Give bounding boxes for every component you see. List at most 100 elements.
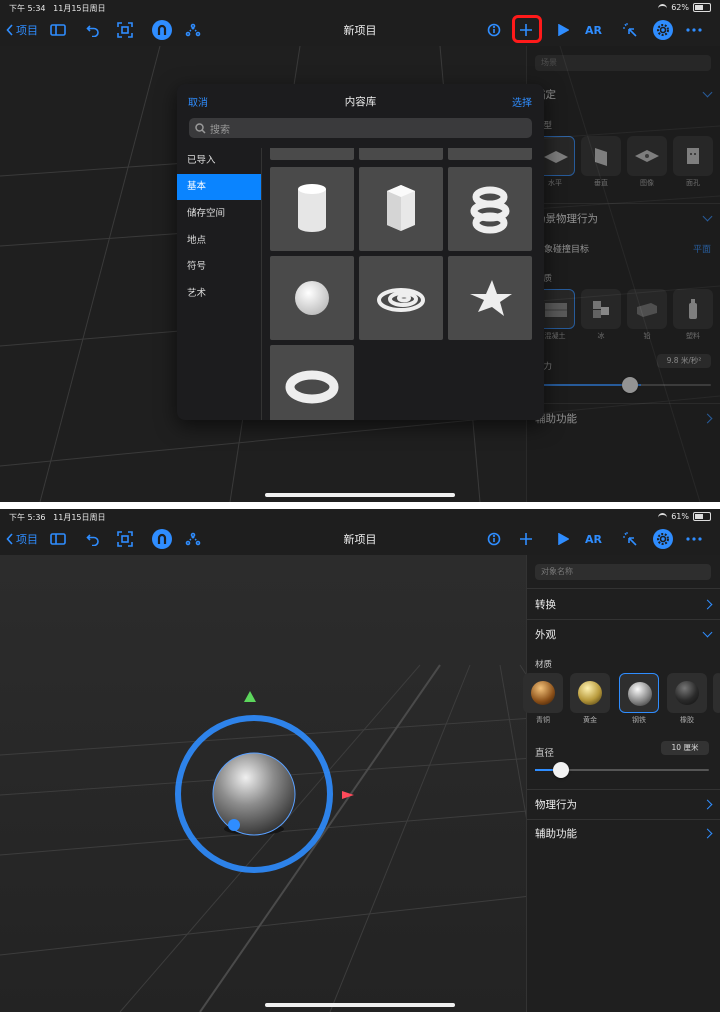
- settings-button[interactable]: [653, 20, 673, 40]
- accessibility-section[interactable]: 辅助功能: [535, 819, 713, 847]
- material-name: 钢铁: [632, 716, 646, 724]
- content-tile-sphere[interactable]: [270, 256, 354, 340]
- diameter-value[interactable]: 10 厘米: [661, 741, 709, 755]
- home-indicator[interactable]: [265, 493, 455, 497]
- sidebar-icon: [50, 533, 66, 545]
- battery-percent: 61%: [671, 512, 689, 521]
- category-basic[interactable]: 基本: [177, 174, 261, 200]
- appearance-label: 外观: [535, 628, 556, 641]
- move-handle[interactable]: [228, 819, 240, 831]
- material-lead[interactable]: [627, 289, 667, 329]
- ar-button[interactable]: AR: [585, 529, 602, 549]
- anchor-type-face[interactable]: [673, 136, 713, 176]
- scene-physics-section[interactable]: 场景物理行为: [535, 204, 713, 232]
- settings-button[interactable]: [653, 529, 673, 549]
- more-button[interactable]: [686, 20, 702, 40]
- undo-button[interactable]: [86, 20, 100, 40]
- flat-spiral-icon: [377, 288, 425, 312]
- transform-section[interactable]: 转换: [535, 590, 713, 618]
- content-tile-spiral[interactable]: [448, 167, 532, 251]
- popover-title: 内容库: [344, 96, 377, 108]
- info-button[interactable]: [487, 20, 501, 40]
- content-tile-star[interactable]: [448, 256, 532, 340]
- toolbar: 项目 新项目 AR: [0, 523, 720, 555]
- diameter-slider[interactable]: [535, 762, 709, 778]
- play-button[interactable]: [557, 529, 569, 549]
- diameter-slider-knob[interactable]: [553, 762, 569, 778]
- content-tile-flat-spiral[interactable]: [359, 256, 443, 340]
- material-plastic[interactable]: [673, 289, 713, 329]
- add-button[interactable]: [519, 529, 533, 549]
- frame-icon: [117, 531, 133, 547]
- category-storage[interactable]: 储存空间: [177, 201, 261, 227]
- frame-button[interactable]: [117, 20, 133, 40]
- more-button[interactable]: [686, 529, 702, 549]
- appearance-section[interactable]: 外观: [535, 620, 713, 648]
- ellipsis-icon: [686, 537, 702, 541]
- gravity-value[interactable]: 9.8 米/秒²: [657, 354, 711, 368]
- play-button[interactable]: [557, 20, 569, 40]
- back-button[interactable]: 项目: [6, 529, 38, 549]
- sparkle-cursor-icon: [623, 532, 637, 546]
- cube-icon: [387, 185, 415, 231]
- sidebar-toggle-button[interactable]: [50, 20, 66, 40]
- material-bronze[interactable]: [523, 673, 563, 713]
- anchor-section[interactable]: 锚定: [535, 80, 713, 108]
- content-tile-cylinder[interactable]: [270, 167, 354, 251]
- sphere[interactable]: [212, 752, 296, 836]
- anchor-type-vertical[interactable]: [581, 136, 621, 176]
- page-title: 新项目: [343, 24, 377, 37]
- material-ice[interactable]: [581, 289, 621, 329]
- content-tile-partial[interactable]: [359, 148, 443, 160]
- material-label: 材质: [535, 660, 553, 670]
- gravity-slider[interactable]: [535, 377, 711, 393]
- content-tile-torus[interactable]: [270, 345, 354, 420]
- gravity-slider-knob[interactable]: [622, 377, 638, 393]
- back-button[interactable]: 项目: [6, 20, 38, 40]
- behaviors-button[interactable]: [622, 20, 638, 40]
- scene-name-field[interactable]: 场景: [535, 55, 711, 71]
- sparkle-cursor-icon: [623, 23, 637, 37]
- chevron-right-icon: [702, 413, 713, 423]
- arrange-button[interactable]: [185, 529, 201, 549]
- undo-button[interactable]: [86, 529, 100, 549]
- category-art[interactable]: 艺术: [177, 281, 261, 307]
- physics-section[interactable]: 物理行为: [535, 790, 713, 818]
- arrange-button[interactable]: [185, 20, 201, 40]
- content-tile-cube[interactable]: [359, 167, 443, 251]
- face-anchor-icon: [687, 148, 699, 164]
- add-button-highlight: [512, 15, 542, 43]
- anchor-type-image[interactable]: [627, 136, 667, 176]
- material-rubber[interactable]: [667, 673, 707, 713]
- material-gold[interactable]: [570, 673, 610, 713]
- material-steel[interactable]: [619, 673, 659, 713]
- sidebar-toggle-button[interactable]: [50, 529, 66, 549]
- frame-icon: [117, 22, 133, 38]
- content-tile-partial[interactable]: [448, 148, 532, 160]
- content-tile-partial[interactable]: [270, 148, 354, 160]
- material-more[interactable]: [713, 673, 720, 713]
- snap-button[interactable]: [152, 529, 172, 549]
- frame-button[interactable]: [117, 529, 133, 549]
- accessibility-section[interactable]: 辅助功能: [535, 404, 713, 432]
- collision-row[interactable]: 对象碰撞目标 平面: [535, 234, 711, 262]
- ar-button[interactable]: AR: [585, 20, 602, 40]
- snap-button[interactable]: [152, 20, 172, 40]
- category-symbols[interactable]: 符号: [177, 254, 261, 280]
- home-indicator[interactable]: [265, 1003, 455, 1007]
- search-input[interactable]: 搜索: [189, 118, 532, 138]
- behaviors-button[interactable]: [622, 529, 638, 549]
- chevron-right-icon: [702, 599, 713, 609]
- star-icon: [470, 280, 512, 316]
- status-date: 11月15日周日: [53, 4, 106, 13]
- ice-icon: [593, 301, 609, 318]
- magnet-icon: [157, 533, 167, 544]
- category-places[interactable]: 地点: [177, 228, 261, 254]
- steel-swatch: [628, 682, 652, 706]
- category-list: 已导入 基本 储存空间 地点 符号 艺术: [177, 148, 262, 420]
- category-imported[interactable]: 已导入: [177, 148, 261, 174]
- select-button[interactable]: 选择: [512, 94, 532, 109]
- wifi-icon: [658, 513, 668, 520]
- info-button[interactable]: [487, 529, 501, 549]
- object-name-field[interactable]: 对象名称: [535, 564, 711, 580]
